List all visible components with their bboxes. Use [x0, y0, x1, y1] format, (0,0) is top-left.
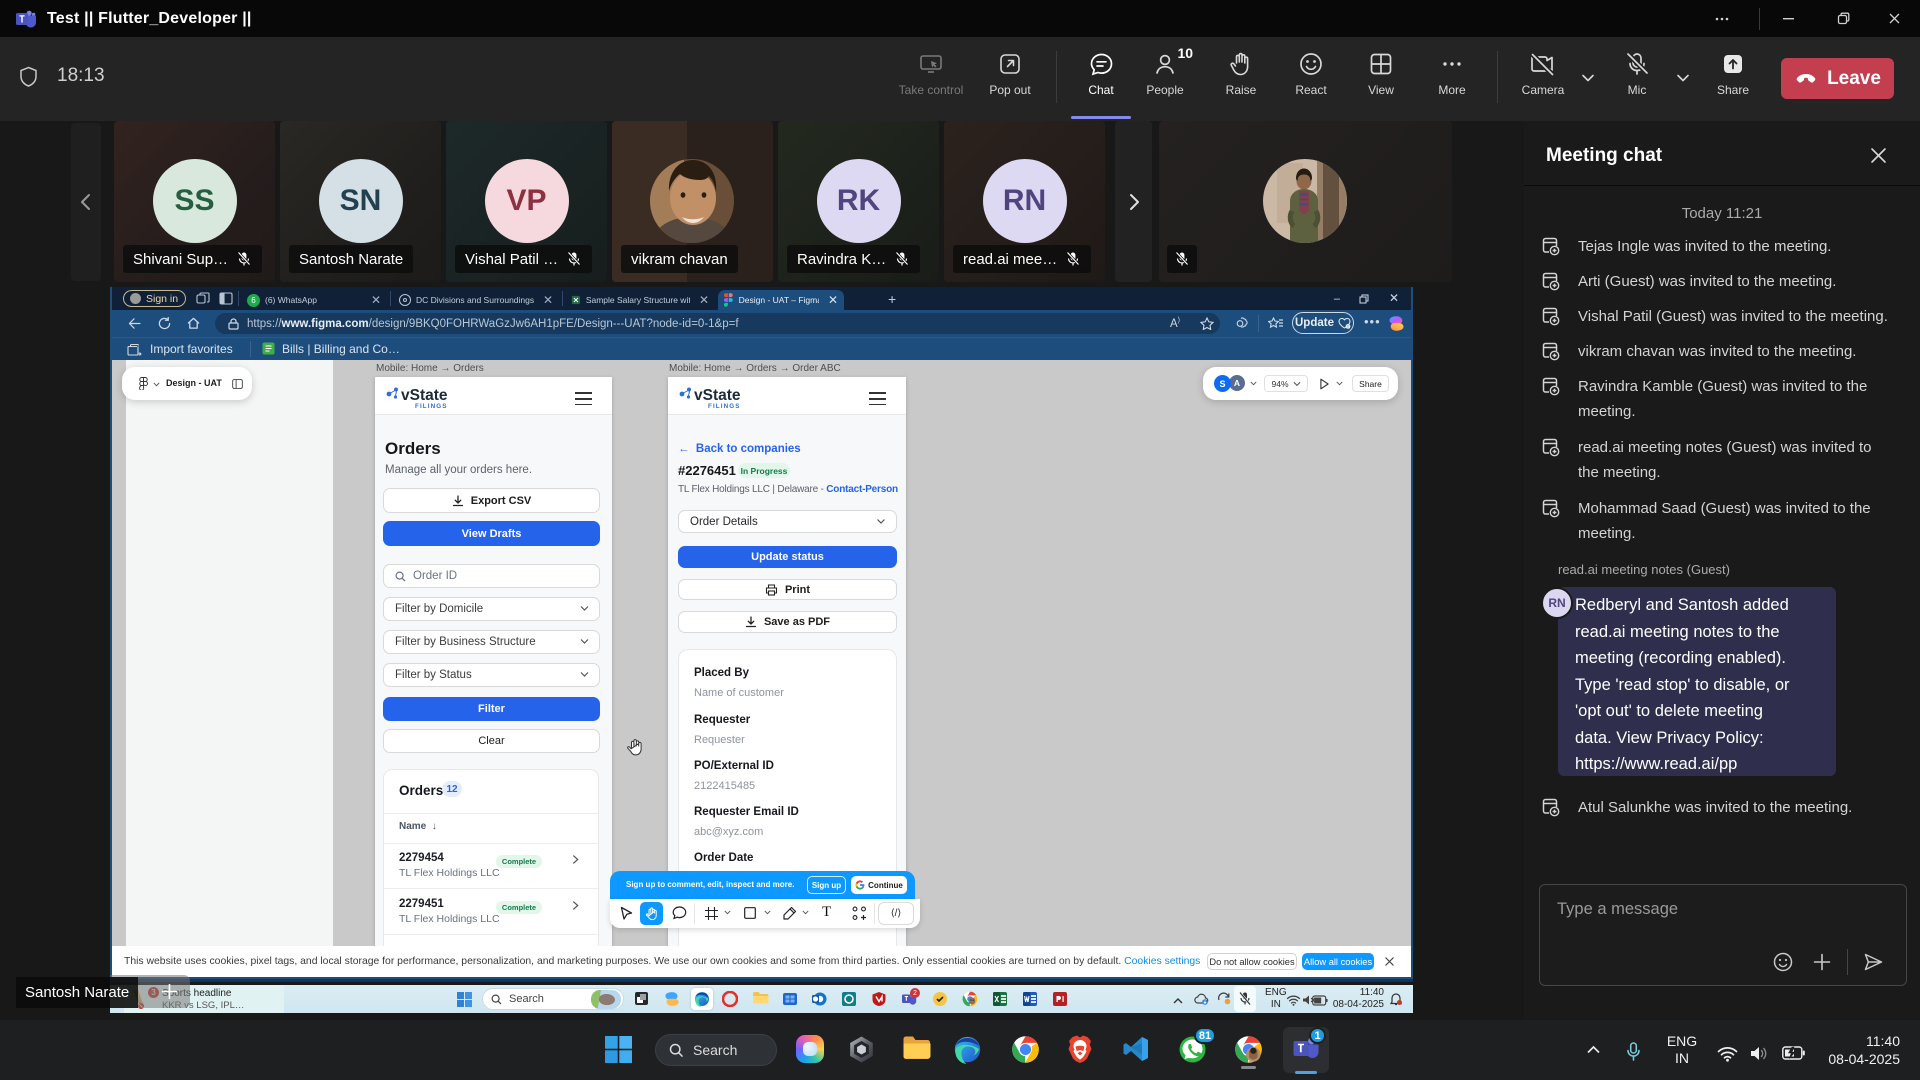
svg-text:vState: vState	[694, 387, 741, 404]
svg-text:FILINGS: FILINGS	[415, 403, 448, 410]
svg-text:vState: vState	[401, 387, 448, 404]
svg-text:!: !	[1347, 324, 1348, 328]
svg-text:FILINGS: FILINGS	[708, 403, 741, 410]
